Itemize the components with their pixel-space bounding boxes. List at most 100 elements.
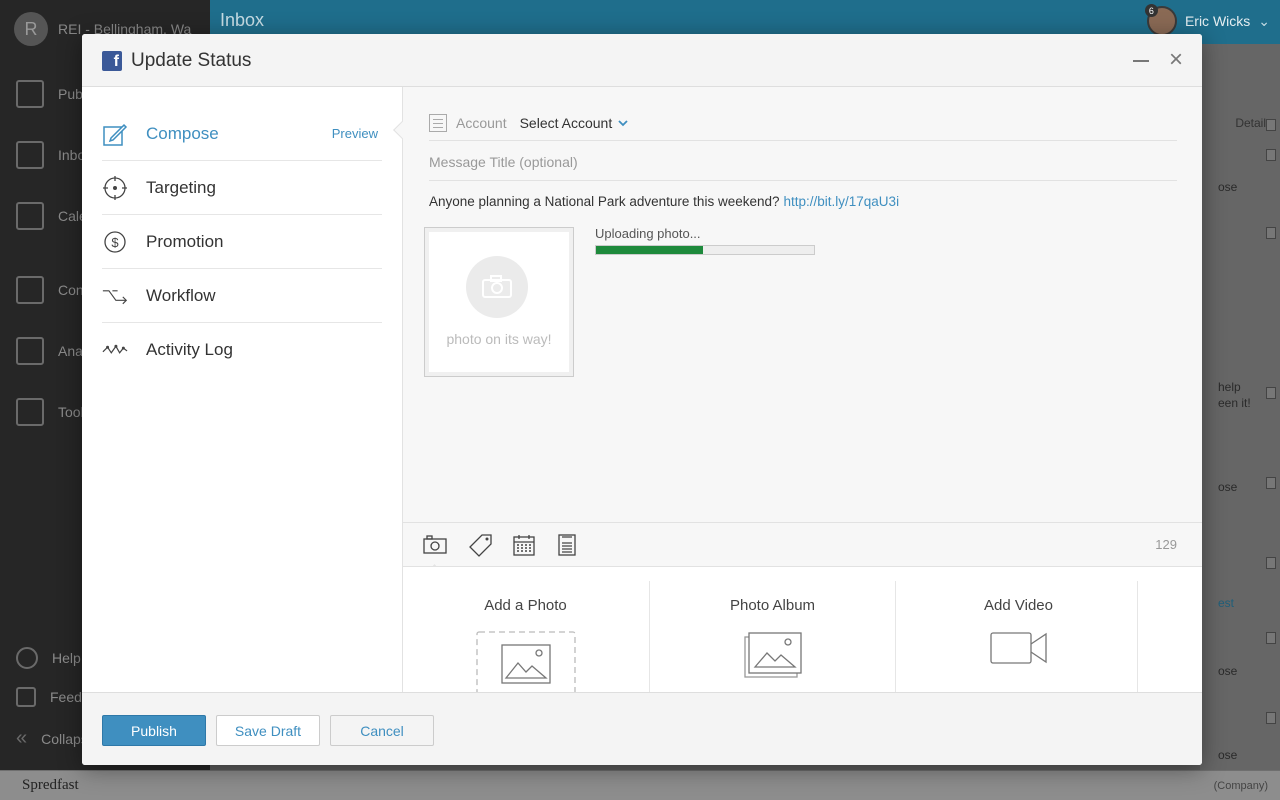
avatar: 6 <box>1144 4 1177 36</box>
feedback-icon <box>16 687 36 707</box>
page-title: Inbox <box>220 10 265 30</box>
chevron-down-icon <box>618 116 628 130</box>
calendar-icon <box>513 535 535 556</box>
media-option-label: Photo Album <box>729 597 816 614</box>
feed-snippet: est <box>1218 596 1235 610</box>
schedule-tool-button[interactable] <box>512 533 536 557</box>
sidebar-item-compose[interactable]: Compose Preview <box>102 107 382 161</box>
sidebar-item-label: Compose <box>146 123 219 143</box>
minimize-button[interactable] <box>1132 52 1150 70</box>
nav-item-inbox[interactable]: Inbox <box>16 141 92 169</box>
checkbox[interactable] <box>1266 712 1276 724</box>
svg-text:$: $ <box>111 235 119 250</box>
notification-badge: 6 <box>1144 4 1158 17</box>
facebook-icon: f <box>102 51 122 71</box>
checkbox[interactable] <box>1266 632 1276 644</box>
nav-item-help[interactable]: Help <box>16 647 81 669</box>
dialog-sidebar: Compose Preview Targeting $ Promotion Wo… <box>82 87 413 692</box>
upload-progress-bar <box>595 245 815 255</box>
feed-snippet: help <box>1218 380 1241 394</box>
media-option-label: Add a Photo <box>484 597 567 614</box>
footer-logo: Spredfast <box>22 777 79 793</box>
feed-snippet: ose <box>1218 480 1238 494</box>
nav-item-label: Help <box>52 650 81 666</box>
media-panel: Add a Photo Photo Album Add Video <box>403 566 1202 713</box>
feed-snippet: een it! <box>1218 396 1251 410</box>
feed-snippet: ose <box>1218 664 1238 678</box>
preview-link[interactable]: Preview <box>332 126 378 141</box>
user-menu[interactable]: 6 Eric Wicks ⌄ <box>1144 4 1270 36</box>
add-video-icon <box>989 631 1048 670</box>
message-link[interactable]: http://bit.ly/17qaU3i <box>784 194 900 209</box>
analytics-icon <box>16 337 44 365</box>
checkbox[interactable] <box>1266 477 1276 489</box>
photo-placeholder: photo on its way! <box>424 227 574 377</box>
compose-toolbar: 129 <box>403 522 1202 566</box>
cancel-button[interactable]: Cancel <box>330 715 434 746</box>
company-select[interactable]: (Company) <box>1214 780 1268 792</box>
checkbox[interactable] <box>1266 557 1276 569</box>
checkbox[interactable] <box>1266 149 1276 161</box>
sidebar-item-workflow[interactable]: Workflow <box>102 269 382 323</box>
dialog-footer: Publish Save Draft Cancel <box>82 692 1202 765</box>
publish-button[interactable]: Publish <box>102 715 206 746</box>
close-button[interactable]: × <box>1166 48 1186 72</box>
compose-panel: Account Select Account Anyone planning a… <box>403 87 1202 713</box>
sidebar-item-label: Activity Log <box>146 340 233 359</box>
photo-tool-button[interactable] <box>423 533 447 557</box>
inbox-icon <box>16 141 44 169</box>
promotion-icon: $ <box>102 229 128 255</box>
account-list-icon <box>429 113 447 132</box>
media-option-label: Add Video <box>984 597 1053 614</box>
sidebar-item-promotion[interactable]: $ Promotion <box>102 215 382 269</box>
photo-caption: photo on its way! <box>446 331 552 347</box>
update-status-dialog: f Update Status × Compose Preview Target… <box>82 34 1202 765</box>
account-row: Account Select Account <box>429 105 1177 141</box>
message-title-input[interactable] <box>429 143 1177 181</box>
calendar-icon <box>16 202 44 230</box>
message-text: Anyone planning a National Park adventur… <box>429 194 780 209</box>
character-count: 129 <box>1155 537 1177 552</box>
sidebar-item-activity-log[interactable]: Activity Log <box>102 323 382 377</box>
photo-album-icon <box>743 631 803 684</box>
tag-icon <box>469 534 492 557</box>
checkbox[interactable] <box>1266 119 1276 131</box>
tag-tool-button[interactable] <box>469 533 493 557</box>
account-select-value: Select Account <box>519 114 613 131</box>
collapse-icon: « <box>16 727 28 749</box>
notes-icon <box>558 534 576 556</box>
photo-icon <box>423 535 447 554</box>
compose-icon <box>102 121 128 147</box>
help-icon <box>16 647 38 669</box>
account-label: Account <box>456 114 507 131</box>
publish-icon <box>16 80 44 108</box>
background-feed: Details ose help een it! ose est ose ose <box>1200 44 1280 770</box>
sidebar-item-targeting[interactable]: Targeting <box>102 161 382 215</box>
upload-status: Uploading photo... <box>595 226 701 241</box>
save-draft-button[interactable]: Save Draft <box>216 715 320 746</box>
message-body[interactable]: Anyone planning a National Park adventur… <box>429 194 899 209</box>
checkbox[interactable] <box>1266 387 1276 399</box>
checkbox[interactable] <box>1266 227 1276 239</box>
feed-snippet: ose <box>1218 180 1238 194</box>
sidebar-item-label: Workflow <box>146 285 216 305</box>
content-icon <box>16 276 44 304</box>
targeting-icon <box>102 175 128 201</box>
close-icon: × <box>1168 46 1183 73</box>
brand-avatar: R <box>14 12 48 46</box>
tools-icon <box>16 398 44 426</box>
camera-icon <box>466 256 528 318</box>
dialog-title: Update Status <box>131 50 252 71</box>
notes-tool-button[interactable] <box>555 533 579 557</box>
nav-item-tools[interactable]: Tools <box>16 398 91 426</box>
app-footer: Spredfast (Company) <box>0 770 1280 800</box>
workflow-icon <box>102 283 128 309</box>
user-name: Eric Wicks <box>1184 13 1251 29</box>
feed-snippet: ose <box>1218 748 1238 762</box>
chevron-down-icon: ⌄ <box>1258 12 1270 29</box>
upload-progress-fill <box>596 246 703 254</box>
dialog-header: f Update Status × <box>82 34 1202 87</box>
sidebar-item-label: Promotion <box>146 231 224 251</box>
account-select[interactable]: Select Account <box>520 115 629 131</box>
sidebar-item-label: Targeting <box>146 177 216 197</box>
